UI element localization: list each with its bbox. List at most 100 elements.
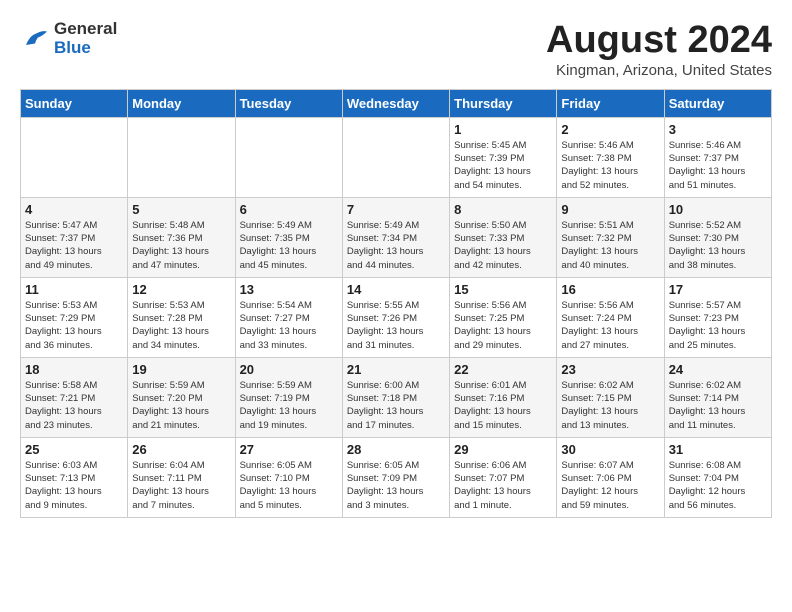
day-number: 14 bbox=[347, 282, 445, 297]
logo-icon bbox=[20, 24, 50, 54]
day-cell: 2 Sunrise: 5:46 AMSunset: 7:38 PMDaylight… bbox=[557, 117, 664, 197]
day-cell bbox=[21, 117, 128, 197]
day-info: Sunrise: 6:06 AMSunset: 7:07 PMDaylight:… bbox=[454, 459, 552, 512]
day-info: Sunrise: 6:07 AMSunset: 7:06 PMDaylight:… bbox=[561, 459, 659, 512]
day-number: 9 bbox=[561, 202, 659, 217]
day-cell: 10 Sunrise: 5:52 AMSunset: 7:30 PMDayligh… bbox=[664, 197, 771, 277]
day-cell bbox=[342, 117, 449, 197]
day-cell: 22Sunrise: 6:01 AMSunset: 7:16 PMDayligh… bbox=[450, 357, 557, 437]
day-cell: 13 Sunrise: 5:54 AMSunset: 7:27 PMDayligh… bbox=[235, 277, 342, 357]
weekday-header-friday: Friday bbox=[557, 89, 664, 117]
day-number: 1 bbox=[454, 122, 552, 137]
day-info: Sunrise: 6:01 AMSunset: 7:16 PMDaylight:… bbox=[454, 379, 552, 432]
day-info: Sunrise: 5:48 AMSunset: 7:36 PMDaylight:… bbox=[132, 219, 230, 272]
day-number: 23 bbox=[561, 362, 659, 377]
day-number: 25 bbox=[25, 442, 123, 457]
day-info: Sunrise: 5:47 AMSunset: 7:37 PMDaylight:… bbox=[25, 219, 123, 272]
day-cell: 11 Sunrise: 5:53 AMSunset: 7:29 PMDayligh… bbox=[21, 277, 128, 357]
day-number: 4 bbox=[25, 202, 123, 217]
day-info: Sunrise: 6:02 AMSunset: 7:15 PMDaylight:… bbox=[561, 379, 659, 432]
day-number: 30 bbox=[561, 442, 659, 457]
day-cell: 8 Sunrise: 5:50 AMSunset: 7:33 PMDaylight… bbox=[450, 197, 557, 277]
day-number: 24 bbox=[669, 362, 767, 377]
day-cell: 21 Sunrise: 6:00 AMSunset: 7:18 PMDayligh… bbox=[342, 357, 449, 437]
day-info: Sunrise: 5:45 AMSunset: 7:39 PMDaylight:… bbox=[454, 139, 552, 192]
day-cell: 26 Sunrise: 6:04 AMSunset: 7:11 PMDayligh… bbox=[128, 437, 235, 517]
week-row-1: 1 Sunrise: 5:45 AMSunset: 7:39 PMDaylight… bbox=[21, 117, 772, 197]
day-info: Sunrise: 6:02 AMSunset: 7:14 PMDaylight:… bbox=[669, 379, 767, 432]
day-info: Sunrise: 6:00 AMSunset: 7:18 PMDaylight:… bbox=[347, 379, 445, 432]
day-number: 11 bbox=[25, 282, 123, 297]
day-cell: 27Sunrise: 6:05 AMSunset: 7:10 PMDayligh… bbox=[235, 437, 342, 517]
day-number: 8 bbox=[454, 202, 552, 217]
day-cell: 14 Sunrise: 5:55 AMSunset: 7:26 PMDayligh… bbox=[342, 277, 449, 357]
day-info: Sunrise: 5:53 AMSunset: 7:28 PMDaylight:… bbox=[132, 299, 230, 352]
week-row-5: 25 Sunrise: 6:03 AMSunset: 7:13 PMDayligh… bbox=[21, 437, 772, 517]
logo: General Blue bbox=[20, 20, 117, 57]
day-info: Sunrise: 6:04 AMSunset: 7:11 PMDaylight:… bbox=[132, 459, 230, 512]
day-cell: 5Sunrise: 5:48 AMSunset: 7:36 PMDaylight… bbox=[128, 197, 235, 277]
day-info: Sunrise: 5:49 AMSunset: 7:35 PMDaylight:… bbox=[240, 219, 338, 272]
day-info: Sunrise: 5:51 AMSunset: 7:32 PMDaylight:… bbox=[561, 219, 659, 272]
day-number: 2 bbox=[561, 122, 659, 137]
day-number: 20 bbox=[240, 362, 338, 377]
day-cell: 31 Sunrise: 6:08 AMSunset: 7:04 PMDayligh… bbox=[664, 437, 771, 517]
day-number: 26 bbox=[132, 442, 230, 457]
day-cell: 17 Sunrise: 5:57 AMSunset: 7:23 PMDayligh… bbox=[664, 277, 771, 357]
day-number: 7 bbox=[347, 202, 445, 217]
page-header: General Blue August 2024 Kingman, Arizon… bbox=[20, 20, 772, 79]
day-info: Sunrise: 5:55 AMSunset: 7:26 PMDaylight:… bbox=[347, 299, 445, 352]
day-cell: 30 Sunrise: 6:07 AMSunset: 7:06 PMDayligh… bbox=[557, 437, 664, 517]
day-number: 16 bbox=[561, 282, 659, 297]
day-info: Sunrise: 5:52 AMSunset: 7:30 PMDaylight:… bbox=[669, 219, 767, 272]
day-cell: 4 Sunrise: 5:47 AMSunset: 7:37 PMDaylight… bbox=[21, 197, 128, 277]
day-cell bbox=[235, 117, 342, 197]
day-info: Sunrise: 5:50 AMSunset: 7:33 PMDaylight:… bbox=[454, 219, 552, 272]
day-number: 15 bbox=[454, 282, 552, 297]
day-cell: 7 Sunrise: 5:49 AMSunset: 7:34 PMDaylight… bbox=[342, 197, 449, 277]
day-cell: 6Sunrise: 5:49 AMSunset: 7:35 PMDaylight… bbox=[235, 197, 342, 277]
day-info: Sunrise: 5:56 AMSunset: 7:24 PMDaylight:… bbox=[561, 299, 659, 352]
weekday-header-wednesday: Wednesday bbox=[342, 89, 449, 117]
day-info: Sunrise: 5:53 AMSunset: 7:29 PMDaylight:… bbox=[25, 299, 123, 352]
day-cell: 24 Sunrise: 6:02 AMSunset: 7:14 PMDayligh… bbox=[664, 357, 771, 437]
day-number: 10 bbox=[669, 202, 767, 217]
day-cell: 29Sunrise: 6:06 AMSunset: 7:07 PMDayligh… bbox=[450, 437, 557, 517]
day-info: Sunrise: 5:59 AMSunset: 7:19 PMDaylight:… bbox=[240, 379, 338, 432]
day-info: Sunrise: 5:49 AMSunset: 7:34 PMDaylight:… bbox=[347, 219, 445, 272]
calendar-table: SundayMondayTuesdayWednesdayThursdayFrid… bbox=[20, 89, 772, 518]
day-number: 31 bbox=[669, 442, 767, 457]
day-info: Sunrise: 6:05 AMSunset: 7:09 PMDaylight:… bbox=[347, 459, 445, 512]
day-info: Sunrise: 6:08 AMSunset: 7:04 PMDaylight:… bbox=[669, 459, 767, 512]
day-cell: 25 Sunrise: 6:03 AMSunset: 7:13 PMDayligh… bbox=[21, 437, 128, 517]
month-title: August 2024 bbox=[546, 20, 772, 62]
location-subtitle: Kingman, Arizona, United States bbox=[546, 62, 772, 79]
day-cell: 12 Sunrise: 5:53 AMSunset: 7:28 PMDayligh… bbox=[128, 277, 235, 357]
weekday-header-sunday: Sunday bbox=[21, 89, 128, 117]
day-number: 18 bbox=[25, 362, 123, 377]
day-number: 12 bbox=[132, 282, 230, 297]
day-info: Sunrise: 5:59 AMSunset: 7:20 PMDaylight:… bbox=[132, 379, 230, 432]
day-cell: 28 Sunrise: 6:05 AMSunset: 7:09 PMDayligh… bbox=[342, 437, 449, 517]
day-number: 13 bbox=[240, 282, 338, 297]
day-number: 28 bbox=[347, 442, 445, 457]
day-cell: 15 Sunrise: 5:56 AMSunset: 7:25 PMDayligh… bbox=[450, 277, 557, 357]
weekday-header-saturday: Saturday bbox=[664, 89, 771, 117]
day-info: Sunrise: 5:58 AMSunset: 7:21 PMDaylight:… bbox=[25, 379, 123, 432]
day-cell: 20 Sunrise: 5:59 AMSunset: 7:19 PMDayligh… bbox=[235, 357, 342, 437]
day-cell: 18 Sunrise: 5:58 AMSunset: 7:21 PMDayligh… bbox=[21, 357, 128, 437]
day-number: 17 bbox=[669, 282, 767, 297]
week-row-3: 11 Sunrise: 5:53 AMSunset: 7:29 PMDayligh… bbox=[21, 277, 772, 357]
day-number: 21 bbox=[347, 362, 445, 377]
day-number: 27 bbox=[240, 442, 338, 457]
day-info: Sunrise: 5:46 AMSunset: 7:38 PMDaylight:… bbox=[561, 139, 659, 192]
day-info: Sunrise: 5:56 AMSunset: 7:25 PMDaylight:… bbox=[454, 299, 552, 352]
day-info: Sunrise: 6:03 AMSunset: 7:13 PMDaylight:… bbox=[25, 459, 123, 512]
week-row-4: 18 Sunrise: 5:58 AMSunset: 7:21 PMDayligh… bbox=[21, 357, 772, 437]
weekday-header-monday: Monday bbox=[128, 89, 235, 117]
day-cell: 16 Sunrise: 5:56 AMSunset: 7:24 PMDayligh… bbox=[557, 277, 664, 357]
day-info: Sunrise: 5:54 AMSunset: 7:27 PMDaylight:… bbox=[240, 299, 338, 352]
day-info: Sunrise: 5:57 AMSunset: 7:23 PMDaylight:… bbox=[669, 299, 767, 352]
day-info: Sunrise: 5:46 AMSunset: 7:37 PMDaylight:… bbox=[669, 139, 767, 192]
week-row-2: 4 Sunrise: 5:47 AMSunset: 7:37 PMDaylight… bbox=[21, 197, 772, 277]
